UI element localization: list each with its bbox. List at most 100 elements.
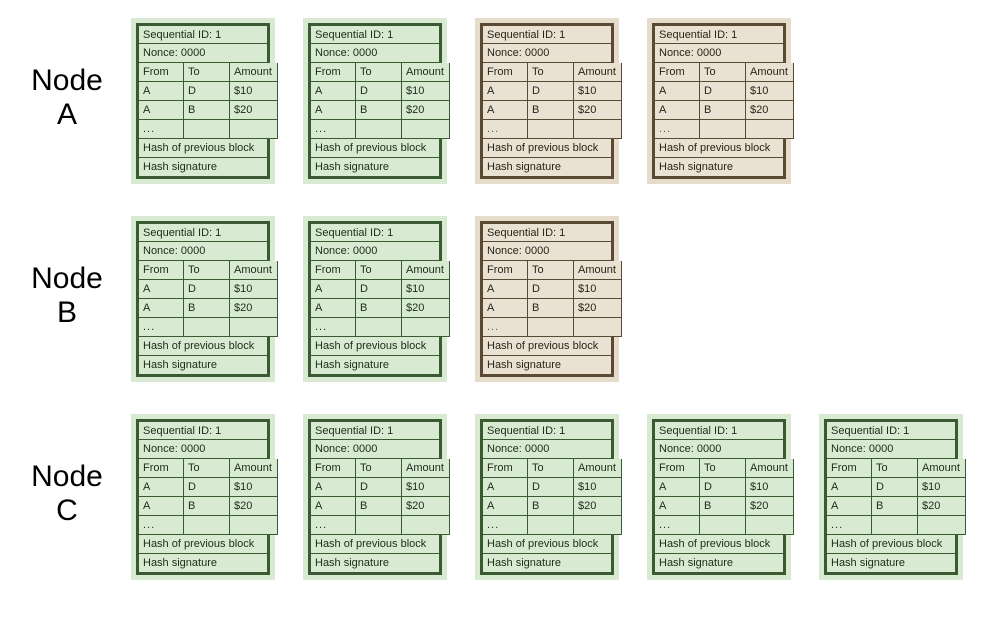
tx-header-amount: Amount [746,63,794,82]
blockchain-block[interactable]: Sequential ID: 1 Nonce: 0000 From To Amount A… [647,414,794,580]
transaction-cell [872,516,918,535]
block-body: Sequential ID: 1 Nonce: 0000 From To Amount A… [480,23,622,179]
transaction-cell: $20 [574,101,622,120]
transaction-row: ... [310,516,450,535]
hash-previous-block-cell: Hash of previous block [482,535,612,554]
blockchain-block[interactable]: Sequential ID: 1 Nonce: 0000 From To Amount A… [475,414,622,580]
transaction-header-row: From To Amount [310,261,450,280]
transaction-cell [574,120,622,139]
sequential-id-cell: Sequential ID: 1 [310,421,440,440]
blockchain-block[interactable]: Sequential ID: 1 Nonce: 0000 From To Amount A… [475,18,622,184]
blockchain-block[interactable]: Sequential ID: 1 Nonce: 0000 From To Amount A… [131,18,278,184]
hash-previous-block-cell: Hash of previous block [654,139,784,158]
tx-header-to: To [356,63,402,82]
sequential-id-cell: Sequential ID: 1 [482,223,612,242]
transaction-row: A B $20 [482,299,622,318]
hash-previous-block-cell: Hash of previous block [138,337,268,356]
transaction-cell: A [482,280,528,299]
tx-header-to: To [356,261,402,280]
transaction-cell: A [482,497,528,516]
node-row-node-b: Sequential ID: 1 Nonce: 0000 From To Amount A… [131,216,622,402]
blockchain-block[interactable]: Sequential ID: 1 Nonce: 0000 From To Amount A… [303,216,450,382]
transaction-cell [528,318,574,337]
transaction-cell: B [872,497,918,516]
nonce-cell: Nonce: 0000 [482,242,612,261]
transaction-cell [574,318,622,337]
transaction-cell [356,516,402,535]
transaction-cell: B [528,101,574,120]
nonce-cell: Nonce: 0000 [310,44,440,63]
node-row-node-c: Sequential ID: 1 Nonce: 0000 From To Amount A… [131,414,966,600]
blockchain-block[interactable]: Sequential ID: 1 Nonce: 0000 From To Amount A… [131,216,278,382]
transaction-cell: D [356,478,402,497]
blockchain-block[interactable]: Sequential ID: 1 Nonce: 0000 From To Amount A… [819,414,966,580]
nonce-cell: Nonce: 0000 [138,44,268,63]
hash-signature-cell: Hash signature [654,158,784,177]
transaction-cell: $20 [574,299,622,318]
transaction-row: A B $20 [654,101,794,120]
hash-signature-cell: Hash signature [138,356,268,375]
block-body: Sequential ID: 1 Nonce: 0000 From To Amount A… [136,419,278,575]
transaction-cell: D [528,478,574,497]
blockchain-block[interactable]: Sequential ID: 1 Nonce: 0000 From To Amount A… [475,216,622,382]
transaction-cell: A [482,101,528,120]
sequential-id-cell: Sequential ID: 1 [310,25,440,44]
blockchain-block[interactable]: Sequential ID: 1 Nonce: 0000 From To Amount A… [131,414,278,580]
blockchain-block[interactable]: Sequential ID: 1 Nonce: 0000 From To Amount A… [303,414,450,580]
transaction-cell: A [138,299,184,318]
blockchain-block[interactable]: Sequential ID: 1 Nonce: 0000 From To Amount A… [303,18,450,184]
transaction-row: ... [138,516,278,535]
node-label-node-c: Node C [31,460,103,527]
transaction-cell: A [310,280,356,299]
transaction-cell: B [528,497,574,516]
tx-header-from: From [654,459,700,478]
transaction-header-row: From To Amount [654,63,794,82]
block-body: Sequential ID: 1 Nonce: 0000 From To Amount A… [308,419,450,575]
transaction-header-row: From To Amount [138,63,278,82]
hash-signature-cell: Hash signature [310,356,440,375]
transaction-cell: A [138,101,184,120]
transaction-cell [528,120,574,139]
tx-header-to: To [356,459,402,478]
transaction-cell: A [138,280,184,299]
transaction-cell: ... [138,318,184,337]
tx-header-amount: Amount [746,459,794,478]
hash-signature-cell: Hash signature [310,158,440,177]
transaction-row: A D $10 [654,82,794,101]
tx-header-to: To [700,459,746,478]
transaction-row: A D $10 [826,478,966,497]
transaction-cell: $20 [402,497,450,516]
transaction-cell: ... [654,516,700,535]
transaction-cell: ... [138,120,184,139]
blockchain-block[interactable]: Sequential ID: 1 Nonce: 0000 From To Amount A… [647,18,794,184]
tx-header-amount: Amount [402,261,450,280]
transaction-cell [184,516,230,535]
transaction-cell: B [184,497,230,516]
tx-header-from: From [654,63,700,82]
transaction-row: A B $20 [310,497,450,516]
block-body: Sequential ID: 1 Nonce: 0000 From To Amount A… [308,221,450,377]
transaction-cell: A [310,497,356,516]
transaction-cell: B [700,497,746,516]
hash-signature-cell: Hash signature [482,356,612,375]
transaction-cell: A [310,101,356,120]
transaction-cell: A [138,82,184,101]
transaction-row: ... [138,318,278,337]
transaction-cell: $20 [402,299,450,318]
transaction-cell: $10 [230,280,278,299]
transaction-row: A B $20 [826,497,966,516]
transaction-row: ... [826,516,966,535]
transaction-cell [356,120,402,139]
transaction-cell: A [826,478,872,497]
transaction-cell: B [184,299,230,318]
tx-header-amount: Amount [918,459,966,478]
transaction-cell: A [310,82,356,101]
transaction-row: ... [310,120,450,139]
tx-header-amount: Amount [402,459,450,478]
sequential-id-cell: Sequential ID: 1 [482,421,612,440]
hash-signature-cell: Hash signature [138,158,268,177]
transaction-cell: $10 [746,82,794,101]
sequential-id-cell: Sequential ID: 1 [826,421,956,440]
transaction-cell: A [826,497,872,516]
sequential-id-cell: Sequential ID: 1 [654,25,784,44]
